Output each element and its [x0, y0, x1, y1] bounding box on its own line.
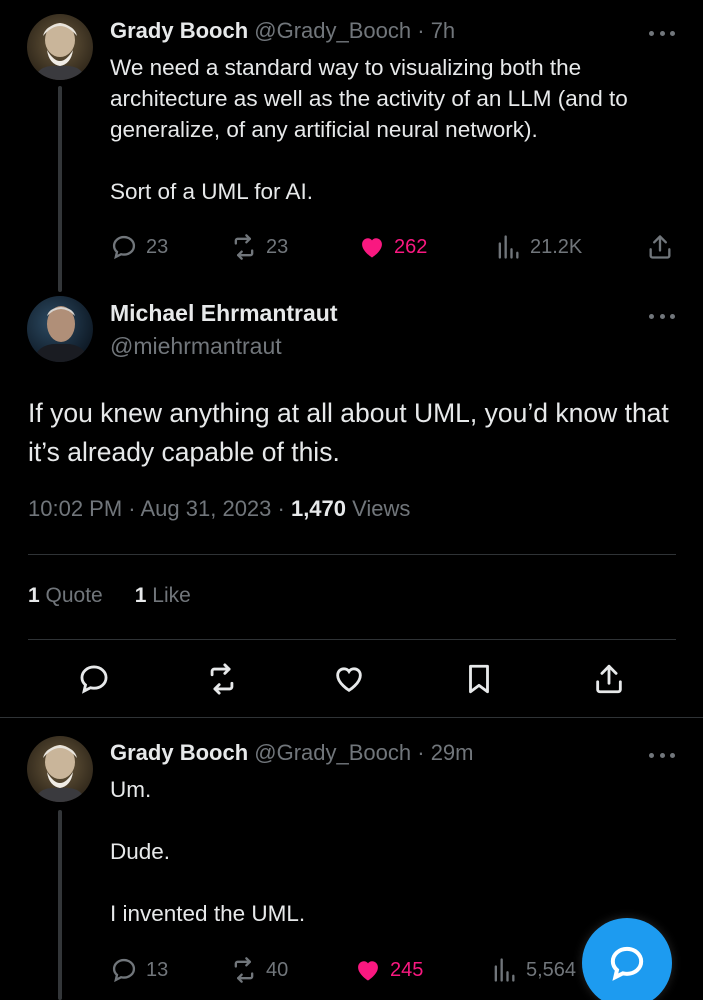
views-label: Views	[346, 496, 411, 521]
tweet-text: If you knew anything at all about UML, y…	[28, 398, 669, 467]
reply-icon	[112, 958, 136, 983]
engagement-stats: 1 Quote 1 Like	[28, 584, 191, 608]
author-handle[interactable]: @miehrmantraut	[110, 333, 282, 360]
reply-icon	[112, 235, 136, 260]
reply-button[interactable]: 13	[110, 953, 168, 987]
share-button[interactable]	[646, 230, 682, 264]
tweet-meta: 10:02 PM · Aug 31, 2023 · 1,470 Views	[28, 496, 410, 522]
avatar-grady-booch[interactable]	[27, 14, 93, 80]
likes-count: 1	[134, 584, 147, 607]
tweet-text: Um. Dude. I invented the UML.	[110, 774, 685, 929]
like-count: 262	[394, 235, 428, 258]
more-icon[interactable]	[649, 750, 675, 760]
repost-icon	[234, 957, 254, 983]
thread-line	[58, 810, 62, 1000]
tweet-timestamp[interactable]: 10:02 PM · Aug 31, 2023 ·	[28, 496, 291, 521]
share-icon	[596, 664, 622, 694]
repost-button[interactable]: 40	[230, 953, 288, 987]
repost-icon	[210, 663, 234, 695]
tweet-time[interactable]: · 7h	[417, 18, 455, 43]
author-name[interactable]: Grady Booch	[110, 740, 248, 765]
heart-icon	[358, 961, 378, 981]
views-button[interactable]: 21.2K	[494, 230, 582, 264]
likes-label: Like	[152, 584, 191, 607]
bookmark-icon	[469, 664, 489, 694]
share-icon	[649, 235, 671, 259]
compose-reply-icon	[610, 946, 644, 981]
tweet-header: Grady Booch @Grady_Booch · 7h	[110, 18, 455, 44]
reply-button[interactable]: 23	[110, 230, 168, 264]
thread-line	[58, 86, 62, 292]
tweet-time[interactable]: · 29m	[417, 740, 473, 765]
compose-reply-button[interactable]	[582, 918, 672, 1000]
views-icon	[498, 235, 519, 259]
tweet-header: Grady Booch @Grady_Booch · 29m	[110, 740, 474, 766]
like-button[interactable]: 245	[354, 953, 423, 987]
quotes-label: Quote	[45, 584, 103, 607]
views-count: 5,564	[526, 958, 577, 981]
quotes-count: 1	[28, 584, 40, 607]
repost-icon	[234, 234, 254, 260]
tweet-text-paragraph: Um.	[110, 777, 152, 802]
tweet-text-paragraph: We need a standard way to visualizing bo…	[110, 55, 628, 142]
avatar-michael-ehrmantraut[interactable]	[27, 296, 93, 362]
author-handle[interactable]: @Grady_Booch	[254, 18, 411, 43]
quotes-stat[interactable]: 1 Quote	[28, 584, 103, 607]
avatar-grady-booch[interactable]	[27, 736, 93, 802]
tweet-text: We need a standard way to visualizing bo…	[110, 52, 685, 207]
divider	[28, 639, 676, 640]
divider	[0, 717, 703, 718]
divider	[28, 554, 676, 555]
more-icon[interactable]	[649, 311, 675, 321]
share-button[interactable]	[592, 662, 626, 696]
heart-icon	[336, 667, 362, 693]
tweet-actions: 23 23 262 21.2K	[110, 230, 679, 264]
like-button[interactable]: 262	[358, 230, 427, 264]
author-name[interactable]: Michael Ehrmantraut	[110, 300, 338, 327]
bookmark-button[interactable]	[462, 662, 496, 696]
views-icon	[494, 958, 515, 982]
reply-count: 23	[146, 235, 169, 258]
reply-icon	[80, 665, 108, 694]
repost-count: 23	[266, 235, 289, 258]
likes-stat[interactable]: 1 Like	[135, 584, 191, 607]
like-button[interactable]	[332, 662, 366, 696]
reply-button[interactable]	[77, 662, 111, 696]
views-count: 21.2K	[530, 235, 583, 258]
tweet-text-paragraph: Dude.	[110, 839, 171, 864]
views-button[interactable]: 5,564	[490, 953, 576, 987]
author-name[interactable]: Grady Booch	[110, 18, 248, 43]
views-count: 1,470	[290, 496, 347, 521]
repost-count: 40	[266, 958, 289, 981]
repost-button[interactable]: 23	[230, 230, 288, 264]
reply-count: 13	[146, 958, 169, 981]
tweet-text-paragraph: I invented the UML.	[110, 901, 306, 926]
more-icon[interactable]	[649, 28, 675, 38]
tweet-text-paragraph: Sort of a UML for AI.	[110, 179, 313, 204]
like-count: 245	[390, 958, 424, 981]
heart-icon	[362, 238, 382, 258]
repost-button[interactable]	[205, 662, 239, 696]
author-handle[interactable]: @Grady_Booch	[254, 740, 411, 765]
